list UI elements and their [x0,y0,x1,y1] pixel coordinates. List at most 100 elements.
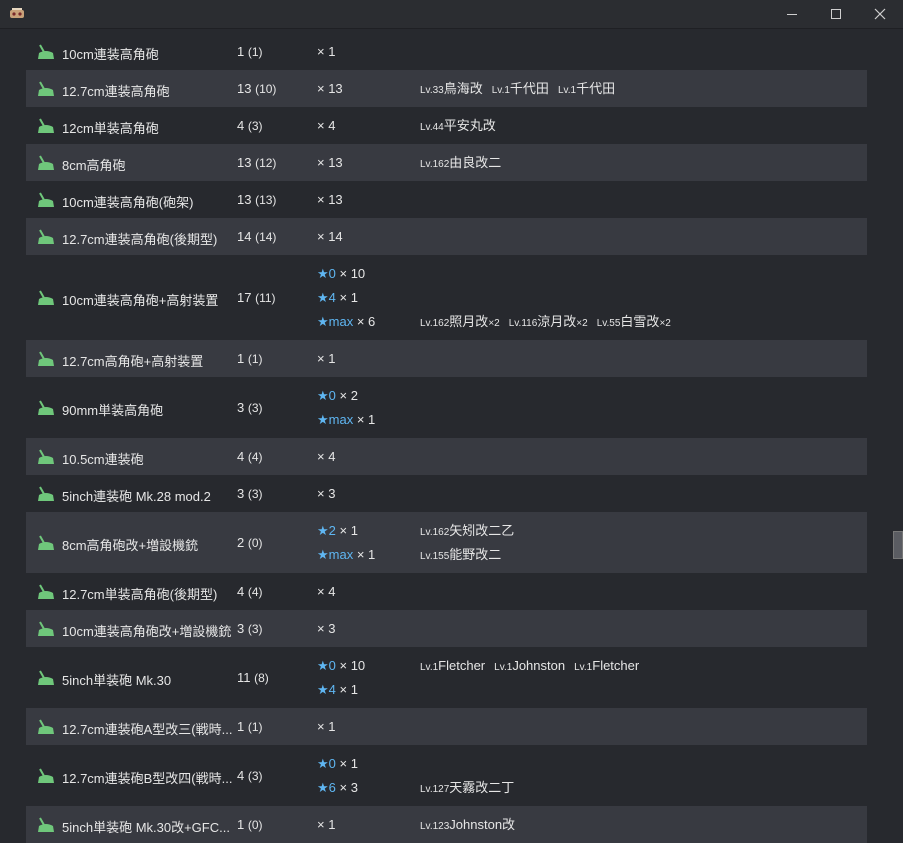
count-total: 4 [237,583,248,599]
count-total: 1 [237,718,248,734]
equipment-row[interactable]: 12.7cm連装高角砲 13 (10) × 13 Lv.33鳥海改 Lv.1千代田 Lv.… [26,70,867,107]
star-level: ★0 [317,756,336,771]
ship-level: Lv.123 [420,820,450,832]
improvement-level: × 13 [317,151,343,175]
ship-name: Fletcher [438,658,486,673]
ship-name: Fletcher [592,658,640,673]
ship-entry: Lv.155能野改二 [420,547,501,562]
minimize-button[interactable] [770,0,814,28]
equipped-ships: Lv.162由良改二 [420,151,510,175]
count-total: 1 [237,350,248,366]
level-count: × 1 [335,756,358,771]
count-total: 3 [237,620,248,636]
equipment-name: 10cm連装高角砲 [62,46,159,62]
level-count: × 1 [335,682,358,697]
maximize-button[interactable] [814,0,858,28]
equipment-count: 17 (11) [237,290,276,305]
equipment-row[interactable]: 12.7cm連装砲A型改三(戦時... 1 (1) × 1 [26,708,867,745]
ship-entry: Lv.162照月改×2 [420,314,500,329]
equipment-row[interactable]: 10cm連装高角砲+高射装置 17 (11) ★0 × 10 ★4 × 1 ★max ×… [26,255,867,340]
ship-entry: Lv.55白雪改×2 [597,314,671,329]
count-unlocked: (4) [247,449,263,464]
equipment-name: 8cm高角砲 [62,157,126,173]
ship-name: 千代田 [576,80,616,96]
high-angle-gun-icon [38,351,54,366]
equipment-row[interactable]: 5inch連装砲 Mk.28 mod.2 3 (3) × 3 [26,475,867,512]
level-count: × 10 [335,266,366,281]
equipment-row[interactable]: 8cm高角砲改+増設機銃 2 (0) ★2 × 1 Lv.162矢矧改二乙 ★max ×… [26,512,867,573]
high-angle-gun-icon [38,400,54,415]
ship-name: 天霧改二丁 [449,780,515,795]
equipment-count: 11 (8) [237,670,269,685]
ship-entry: Lv.127天霧改二丁 [420,780,514,795]
ship-level: Lv.162 [420,318,450,329]
equipment-count: 1 (1) [237,719,263,734]
ship-level: Lv.1 [557,84,577,96]
equipment-row[interactable]: 12.7cm単装高角砲(後期型) 4 (4) × 4 [26,573,867,610]
improvement-level: × 13 [317,77,343,101]
scrollbar-thumb[interactable] [893,531,903,559]
equipment-row[interactable]: 5inch単装砲 Mk.30改+GFC... 1 (0) × 1 Lv.123John… [26,806,867,843]
high-angle-gun-icon [38,44,54,59]
improvement-level: ★max × 6 [317,310,375,334]
equipment-row[interactable]: 90mm単装高角砲 3 (3) ★0 × 2 ★max × 1 [26,377,867,438]
equipment-count: 3 (3) [237,621,263,636]
equipment-row[interactable]: 12.7cm高角砲+高射装置 1 (1) × 1 [26,340,867,377]
high-angle-gun-icon [38,768,54,783]
high-angle-gun-icon [38,670,54,685]
equipment-row[interactable]: 10cm連装高角砲(砲架) 13 (13) × 13 [26,181,867,218]
equipped-ships: Lv.1Fletcher Lv.1Johnston Lv.1Fletcher [420,654,648,678]
equipment-count: 4 (4) [237,584,263,599]
ship-level: Lv.33 [420,84,444,96]
count-total: 13 [237,191,256,207]
equipment-name: 10cm連装高角砲改+増設機銃 [62,623,232,639]
improvement-level: ★0 × 10 [317,654,365,678]
improvement-level: × 1 [317,813,335,837]
level-count: × 3 [335,780,358,795]
equipped-ships: Lv.44平安丸改 [420,114,505,138]
count-unlocked: (1) [247,351,263,366]
ship-name: 能野改二 [449,547,502,562]
equipment-name: 12.7cm単装高角砲(後期型) [62,586,218,602]
ship-multiplier: ×2 [659,318,671,329]
ship-level: Lv.44 [420,121,444,133]
level-count: × 2 [335,388,358,403]
improvement-level: × 3 [317,617,335,641]
equipped-ships: Lv.162矢矧改二乙 [420,519,523,543]
improvement-level: × 1 [317,347,335,371]
equipment-row[interactable]: 12.7cm連装高角砲(後期型) 14 (14) × 14 [26,218,867,255]
equipment-row[interactable]: 10cm連装高角砲改+増設機銃 3 (3) × 3 [26,610,867,647]
improvement-level: ★0 × 2 [317,384,358,408]
equipment-name: 10cm連装高角砲+高射装置 [62,292,219,308]
ship-entry: Lv.33鳥海改 [420,81,483,96]
high-angle-gun-icon [38,535,54,550]
count-unlocked: (4) [247,584,263,599]
ship-level: Lv.127 [420,784,450,795]
equipment-count: 4 (3) [237,118,263,133]
improvement-level: × 4 [317,114,335,138]
equipment-row[interactable]: 8cm高角砲 13 (12) × 13 Lv.162由良改二 [26,144,867,181]
equipment-name: 10cm連装高角砲(砲架) [62,194,194,210]
equipment-row[interactable]: 12.7cm連装砲B型改四(戦時... 4 (3) ★0 × 1 ★6 × 3 Lv.1… [26,745,867,806]
equipment-row[interactable]: 10.5cm連装砲 4 (4) × 4 [26,438,867,475]
equipped-ships: Lv.123Johnston改 [420,813,524,837]
level-count: × 1 [335,523,358,538]
ship-level: Lv.155 [420,551,450,562]
equipment-list[interactable]: 10cm連装高角砲 1 (1) × 1 12.7cm連装高角砲 13 (10) × 13 L… [26,33,867,843]
equipment-count: 4 (4) [237,449,263,464]
ship-entry: Lv.162由良改二 [420,155,501,170]
equipment-count: 13 (13) [237,192,276,207]
level-count: × 4 [317,117,336,133]
equipment-name: 12cm単装高角砲 [62,120,159,136]
equipment-row[interactable]: 12cm単装高角砲 4 (3) × 4 Lv.44平安丸改 [26,107,867,144]
equipment-row[interactable]: 10cm連装高角砲 1 (1) × 1 [26,33,867,70]
ship-name: 鳥海改 [443,80,483,96]
count-total: 11 [237,669,255,685]
close-icon [874,8,886,20]
level-count: × 1 [353,547,376,562]
equipment-name: 90mm単装高角砲 [62,402,164,418]
close-button[interactable] [858,0,902,28]
star-level: ★0 [317,388,336,403]
equipment-row[interactable]: 5inch単装砲 Mk.30 11 (8) ★0 × 10 Lv.1Fletcher L… [26,647,867,708]
ship-multiplier: ×2 [488,318,500,329]
